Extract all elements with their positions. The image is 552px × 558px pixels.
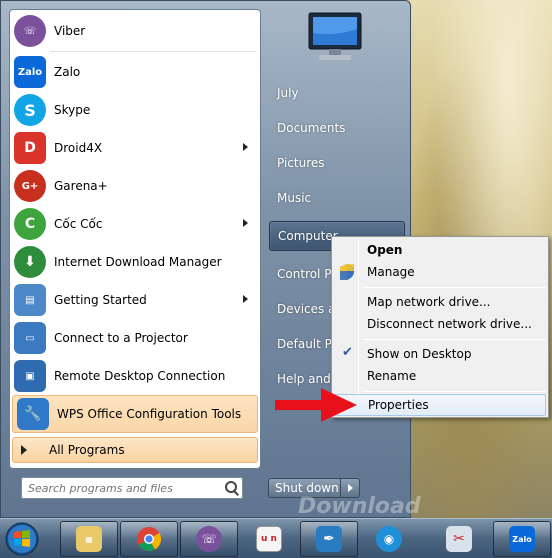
menu-item-rename[interactable]: Rename <box>334 365 546 387</box>
ubersocial-icon: ◉ <box>376 526 402 552</box>
program-label: Remote Desktop Connection <box>54 369 226 383</box>
checkmark-icon: ✔ <box>342 345 353 360</box>
right-item-july[interactable]: July <box>269 78 405 108</box>
taskbar-ubersocial[interactable]: ◉ <box>360 521 418 557</box>
pinned-programs-pane: ☏ Viber Zalo Zalo S Skype D Droid4X G+ G… <box>9 9 261 469</box>
menu-item-label: Disconnect network drive... <box>367 317 532 331</box>
search-icon[interactable] <box>222 478 242 498</box>
scissors-icon: ✂ <box>446 526 472 552</box>
program-viber[interactable]: ☏ Viber <box>10 12 260 50</box>
unikey-icon: u n <box>256 526 282 552</box>
all-programs-button[interactable]: All Programs <box>12 437 258 463</box>
menu-separator <box>362 391 546 392</box>
program-label: Zalo <box>54 65 81 79</box>
menu-item-disconnect-network-drive[interactable]: Disconnect network drive... <box>334 313 546 335</box>
program-label: Viber <box>54 24 86 38</box>
projector-icon: ▭ <box>14 322 46 354</box>
program-getting-started[interactable]: ▤ Getting Started <box>10 281 260 319</box>
zalo-icon: Zalo <box>14 56 46 88</box>
right-item-music[interactable]: Music <box>269 183 405 213</box>
getting-started-icon: ▤ <box>14 284 46 316</box>
menu-item-label: Open <box>367 243 403 257</box>
program-coccoc[interactable]: C Cốc Cốc <box>10 205 260 243</box>
submenu-arrow-icon <box>243 143 248 151</box>
menu-separator <box>362 287 546 288</box>
idm-icon: ⬇ <box>14 246 46 278</box>
viber-icon: ☏ <box>196 526 222 552</box>
expand-arrow-icon <box>21 445 27 455</box>
menu-item-label: Map network drive... <box>367 295 491 309</box>
program-wps-tools[interactable]: 🔧 WPS Office Configuration Tools <box>12 395 258 433</box>
menu-item-show-on-desktop[interactable]: ✔ Show on Desktop <box>334 343 546 365</box>
program-label: Getting Started <box>54 293 147 307</box>
program-zalo[interactable]: Zalo Zalo <box>10 53 260 91</box>
viber-icon: ☏ <box>14 15 46 47</box>
all-programs-label: All Programs <box>49 443 125 457</box>
droid4x-icon: D <box>14 132 46 164</box>
right-item-documents[interactable]: Documents <box>269 113 405 143</box>
menu-item-label: Manage <box>367 265 415 279</box>
program-label: Internet Download Manager <box>54 255 222 269</box>
zalo-icon: Zalo <box>509 526 535 552</box>
search-box[interactable] <box>21 477 243 499</box>
program-label: Skype <box>54 103 91 117</box>
menu-item-properties[interactable]: Properties <box>334 394 546 416</box>
wps-tools-icon: 🔧 <box>17 398 49 430</box>
windows-start-orb-icon[interactable] <box>2 521 42 557</box>
menu-item-label: Rename <box>367 369 417 383</box>
menu-item-open[interactable]: Open <box>334 239 546 261</box>
taskbar-zalo[interactable]: Zalo <box>493 521 551 557</box>
program-label: Garena+ <box>54 179 108 193</box>
program-projector[interactable]: ▭ Connect to a Projector <box>10 319 260 357</box>
program-droid4x[interactable]: D Droid4X <box>10 129 260 167</box>
taskbar-unikey[interactable]: u n <box>240 521 298 557</box>
garena-icon: G+ <box>14 170 46 202</box>
menu-item-label: Properties <box>368 398 429 412</box>
program-label: Connect to a Projector <box>54 331 188 345</box>
file-explorer-icon: ▦ <box>76 526 102 552</box>
program-garena[interactable]: G+ Garena+ <box>10 167 260 205</box>
menu-separator <box>362 339 546 340</box>
divider <box>50 51 256 52</box>
menu-item-map-network-drive[interactable]: Map network drive... <box>334 291 546 313</box>
program-skype[interactable]: S Skype <box>10 91 260 129</box>
program-label: Droid4X <box>54 141 103 155</box>
taskbar: ▦ ☏ u n ✒ ◉ ✂ Zalo <box>0 518 552 558</box>
taskbar-viber[interactable]: ☏ <box>180 521 238 557</box>
taskbar-scissors[interactable]: ✂ <box>430 521 488 557</box>
search-input[interactable] <box>28 481 222 495</box>
taskbar-feather[interactable]: ✒ <box>300 521 358 557</box>
program-label: WPS Office Configuration Tools <box>57 407 242 421</box>
chrome-icon <box>137 527 162 552</box>
taskbar-chrome[interactable] <box>120 521 178 557</box>
menu-item-label: Show on Desktop <box>367 347 472 361</box>
feather-icon: ✒ <box>316 526 342 552</box>
program-label: Cốc Cốc <box>54 217 103 231</box>
remote-desktop-icon: ▣ <box>14 360 46 392</box>
submenu-arrow-icon <box>243 295 248 303</box>
menu-item-manage[interactable]: Manage <box>334 261 546 283</box>
watermark: Download <box>298 494 421 519</box>
taskbar-file-explorer[interactable]: ▦ <box>60 521 118 557</box>
uac-shield-icon <box>340 264 354 280</box>
skype-icon: S <box>14 94 46 126</box>
program-remote-desktop[interactable]: ▣ Remote Desktop Connection <box>10 357 260 395</box>
computer-context-menu: Open Manage Map network drive... Disconn… <box>331 236 549 418</box>
computer-monitor-icon <box>308 12 362 60</box>
red-annotation-arrow-icon <box>275 388 357 422</box>
submenu-arrow-icon <box>243 219 248 227</box>
coccoc-icon: C <box>14 208 46 240</box>
right-item-pictures[interactable]: Pictures <box>269 148 405 178</box>
program-idm[interactable]: ⬇ Internet Download Manager <box>10 243 260 281</box>
